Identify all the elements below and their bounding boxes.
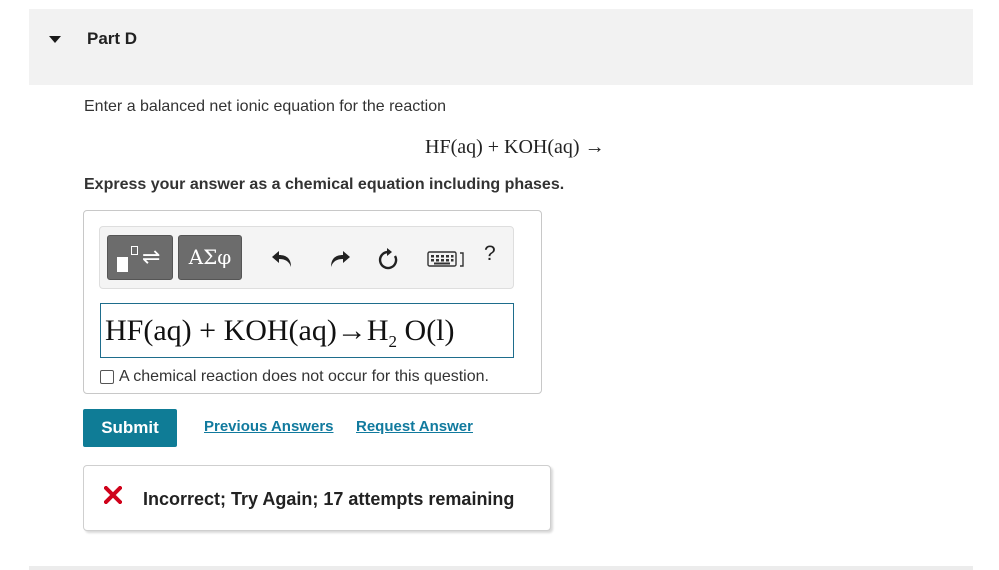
- answer-instruction: Express your answer as a chemical equati…: [84, 176, 565, 193]
- redo-icon[interactable]: [326, 247, 352, 271]
- request-answer-link[interactable]: Request Answer: [356, 418, 473, 435]
- answer-box: ⇌ ΑΣφ ? HF(aq) + KOH(aq)→H2 O(l) A chemi…: [83, 210, 542, 394]
- submit-button[interactable]: Submit: [83, 409, 177, 447]
- previous-answers-link[interactable]: Previous Answers: [204, 418, 334, 435]
- keyboard-icon[interactable]: [427, 250, 465, 268]
- no-reaction-label: A chemical reaction does not occur for t…: [119, 368, 489, 385]
- templates-button[interactable]: ⇌: [107, 235, 173, 280]
- help-icon[interactable]: ?: [484, 242, 496, 266]
- part-title: Part D: [87, 29, 138, 48]
- reset-icon[interactable]: [375, 247, 401, 271]
- equation-toolbar: ⇌ ΑΣφ ?: [99, 226, 514, 289]
- reaction-equation: HF(aq) + KOH(aq) →: [425, 136, 605, 158]
- caret-down-icon[interactable]: [49, 36, 61, 43]
- undo-icon[interactable]: [270, 247, 296, 271]
- answer-lhs: HF(aq) + KOH(aq)→H: [105, 314, 389, 347]
- answer-subscript: 2: [388, 332, 398, 351]
- greek-symbols-button[interactable]: ΑΣφ: [178, 235, 242, 280]
- part-header[interactable]: Part D: [29, 9, 973, 85]
- no-reaction-option[interactable]: A chemical reaction does not occur for t…: [100, 368, 489, 386]
- feedback-box: Incorrect; Try Again; 17 attempts remain…: [83, 465, 551, 531]
- answer-input[interactable]: HF(aq) + KOH(aq)→H2 O(l): [100, 303, 514, 358]
- question-prompt: Enter a balanced net ionic equation for …: [84, 98, 447, 115]
- error-x-icon: [104, 486, 122, 504]
- answer-rhs: O(l): [397, 314, 455, 347]
- section-divider: [29, 566, 973, 570]
- no-reaction-checkbox[interactable]: [100, 370, 114, 384]
- feedback-message: Incorrect; Try Again; 17 attempts remain…: [143, 489, 515, 509]
